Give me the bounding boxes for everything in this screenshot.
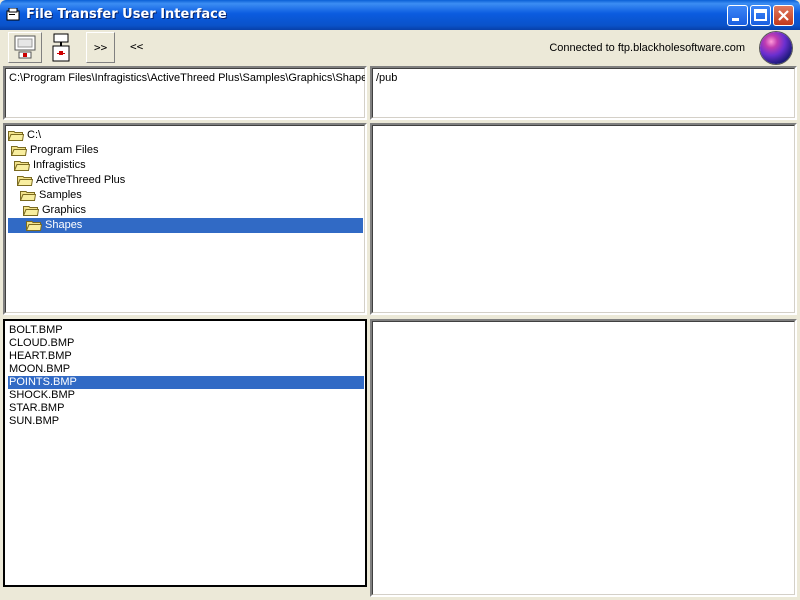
list-item[interactable]: STAR.BMP: [9, 402, 64, 415]
file-name: SHOCK.BMP: [9, 389, 76, 401]
tree-item-label: Program Files: [30, 144, 99, 156]
close-button[interactable]: [773, 5, 794, 26]
tree-item-label: Shapes: [45, 219, 83, 231]
back-label: <<: [130, 40, 144, 53]
list-item[interactable]: SHOCK.BMP: [9, 389, 75, 402]
list-item[interactable]: BOLT.BMP: [9, 324, 63, 337]
remote-tree-border: [372, 125, 795, 313]
local-path-pane[interactable]: C:\Program Files\Infragistics\ActiveThre…: [3, 66, 367, 120]
transfer-button[interactable]: [46, 32, 76, 63]
close-icon: [778, 10, 789, 21]
minimize-button[interactable]: [727, 5, 748, 26]
file-name: SUN.BMP: [9, 415, 60, 427]
tree-item-c-drive[interactable]: C:\: [8, 128, 363, 143]
list-item[interactable]: SUN.BMP: [9, 415, 59, 428]
network-drive-icon: [52, 33, 70, 62]
tree-item-label: ActiveThreed Plus: [36, 174, 126, 186]
folder-open-icon: [20, 191, 36, 201]
download-button[interactable]: <<: [124, 32, 150, 63]
tree-item-label: Graphics: [42, 204, 87, 216]
remote-file-list[interactable]: [370, 319, 797, 597]
folder-open-icon: [17, 176, 33, 186]
tree-item-label: Infragistics: [33, 159, 86, 171]
connection-status: Connected to ftp.blackholesoftware.com: [549, 42, 745, 54]
window-title: File Transfer User Interface: [26, 7, 227, 22]
tree-item-graphics[interactable]: Graphics: [23, 203, 363, 218]
tree-item-samples[interactable]: Samples: [20, 188, 363, 203]
remote-path-text: /pub: [376, 72, 398, 84]
toolbar: >> << Connected to ftp.blackholesoftware…: [0, 30, 800, 66]
tree-item-infragistics[interactable]: Infragistics: [14, 158, 363, 173]
remote-list-border: [372, 321, 795, 595]
file-name: STAR.BMP: [9, 402, 65, 414]
globe-icon[interactable]: [760, 32, 792, 64]
tree-item-shapes[interactable]: Shapes: [8, 218, 363, 233]
folder-open-icon: [23, 206, 39, 216]
tree-item-program-files[interactable]: Program Files: [11, 143, 363, 158]
list-item-selected[interactable]: POINTS.BMP: [8, 376, 364, 389]
folder-open-icon: [8, 131, 24, 141]
remote-path-border: [372, 68, 795, 118]
list-item[interactable]: HEART.BMP: [9, 350, 72, 363]
folder-open-icon: [14, 161, 30, 171]
maximize-icon: [754, 9, 767, 21]
folder-open-icon: [26, 221, 42, 231]
file-transfer-window: File Transfer User Interface >> << Conne…: [0, 0, 800, 600]
tree-item-label: C:\: [27, 129, 42, 141]
minimize-icon: [732, 18, 739, 21]
local-folder-tree[interactable]: C:\ Program Files Infragistics ActiveThr…: [3, 123, 367, 315]
file-name: BOLT.BMP: [9, 324, 63, 336]
connect-button[interactable]: [8, 32, 42, 63]
computer-icon: [14, 35, 36, 59]
file-name: POINTS.BMP: [9, 376, 77, 388]
tree-item-activethreed-plus[interactable]: ActiveThreed Plus: [17, 173, 363, 188]
list-item[interactable]: MOON.BMP: [9, 363, 70, 376]
local-path-text: C:\Program Files\Infragistics\ActiveThre…: [9, 72, 367, 84]
title-bar[interactable]: File Transfer User Interface: [0, 0, 800, 30]
maximize-button[interactable]: [750, 5, 771, 26]
folder-open-icon: [11, 146, 27, 156]
remote-folder-tree[interactable]: [370, 123, 797, 315]
local-file-list[interactable]: BOLT.BMP CLOUD.BMP HEART.BMP MOON.BMP PO…: [3, 319, 367, 587]
app-icon: [6, 8, 20, 21]
tree-item-label: Samples: [39, 189, 82, 201]
forward-label: >>: [94, 41, 108, 54]
file-name: CLOUD.BMP: [9, 337, 75, 349]
upload-button[interactable]: >>: [86, 32, 115, 63]
remote-path-pane[interactable]: /pub: [370, 66, 797, 120]
list-item[interactable]: CLOUD.BMP: [9, 337, 74, 350]
file-name: MOON.BMP: [9, 363, 71, 375]
file-name: HEART.BMP: [9, 350, 72, 362]
